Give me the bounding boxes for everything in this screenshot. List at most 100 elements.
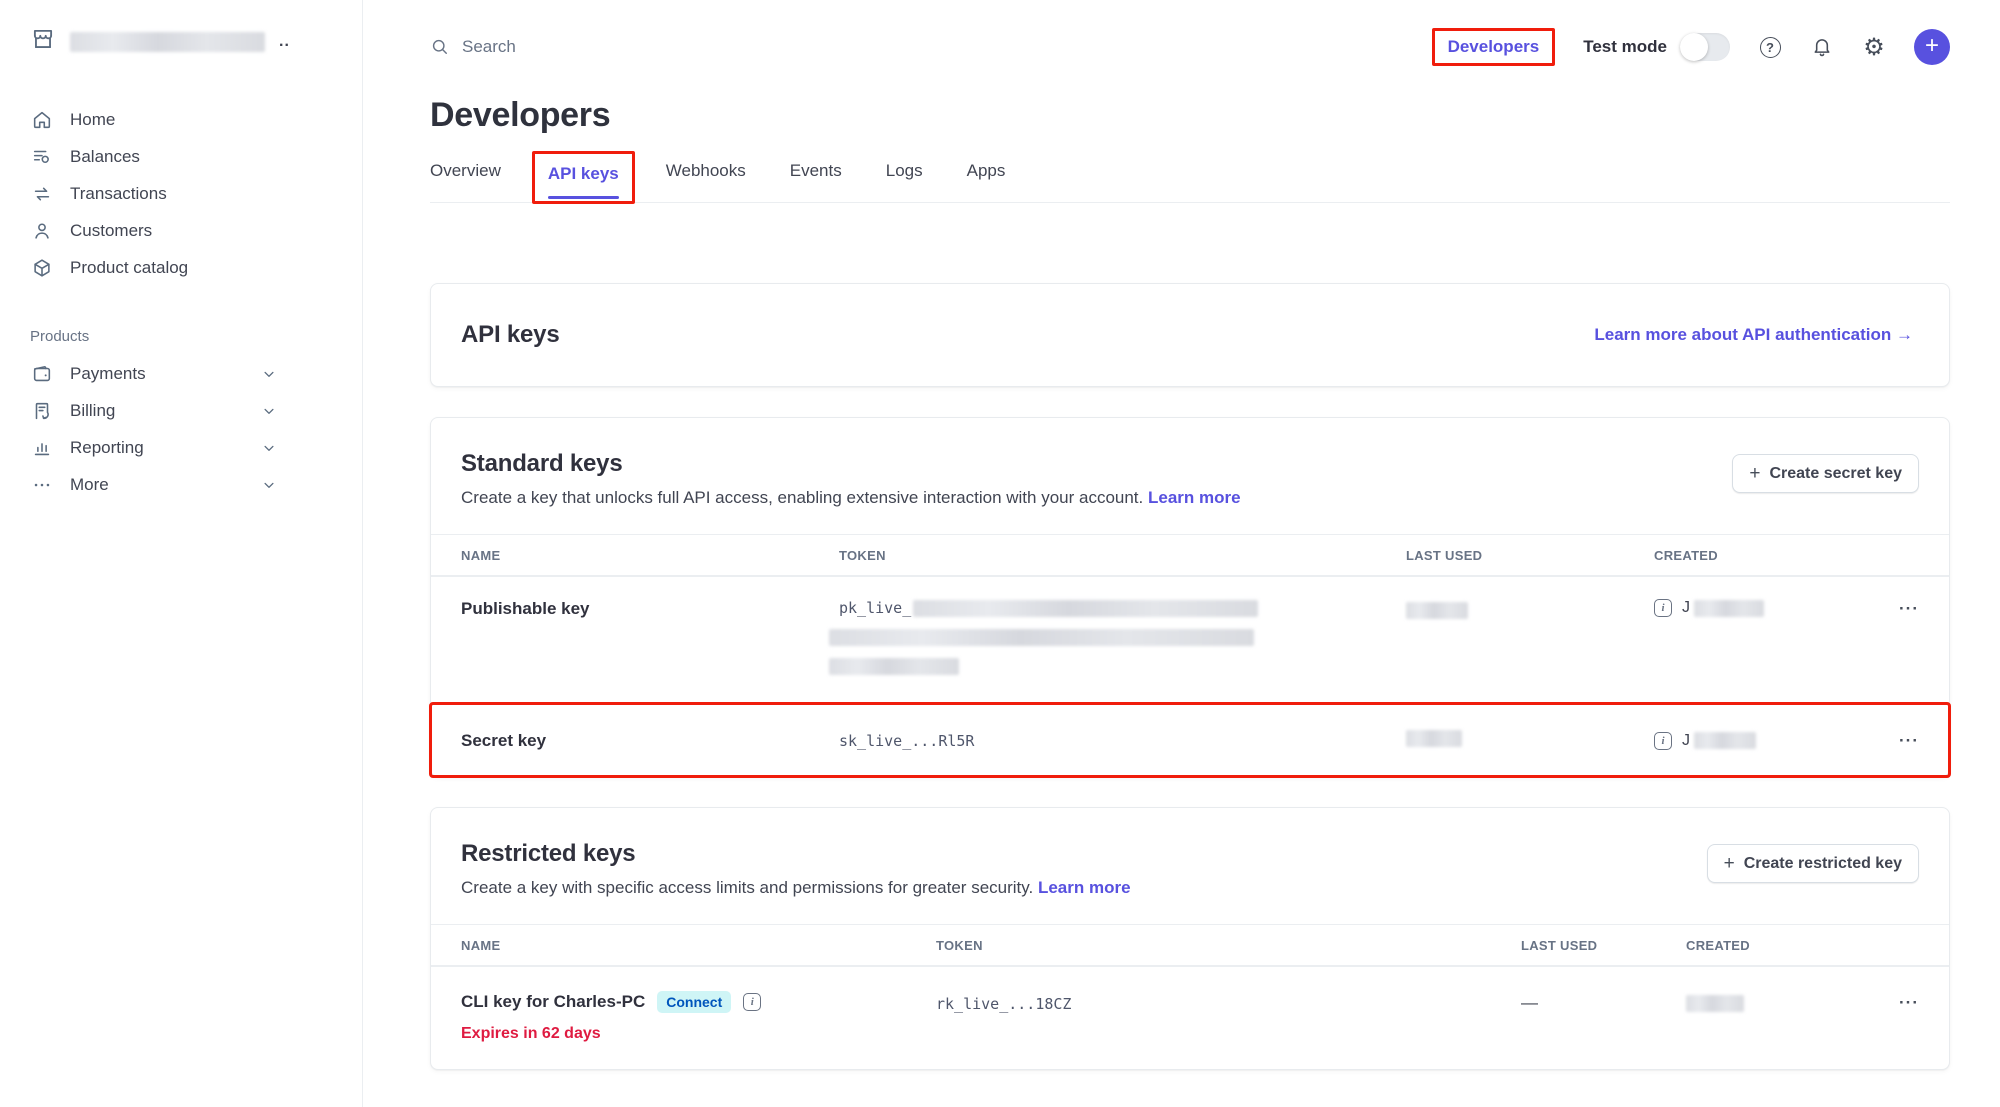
sidebar-item-transactions[interactable]: Transactions: [30, 175, 276, 212]
info-icon[interactable]: i: [1654, 732, 1672, 750]
token-value[interactable]: pk_live_: [839, 599, 1406, 675]
column-header-name: NAME: [461, 938, 936, 953]
last-used-value: —: [1521, 991, 1686, 1013]
sidebar-item-product-catalog[interactable]: Product catalog: [30, 249, 276, 286]
wallet-icon: [30, 363, 54, 385]
redacted-created-date: [1694, 600, 1764, 617]
chevron-down-icon: [262, 404, 276, 418]
standard-keys-title: Standard keys: [461, 450, 1241, 478]
token-value[interactable]: sk_live_...Rl5R: [839, 732, 1406, 750]
sidebar-item-customers[interactable]: Customers: [30, 212, 276, 249]
plus-icon: +: [1925, 34, 1939, 58]
redacted-created-date: [1686, 995, 1744, 1012]
tab-api-keys[interactable]: API keys: [548, 164, 619, 183]
sidebar-item-balances[interactable]: Balances: [30, 138, 276, 175]
key-name-cell: CLI key for Charles-PC Connect i Expires…: [461, 991, 936, 1043]
sidebar-item-payments[interactable]: Payments: [30, 355, 276, 392]
home-icon: [30, 109, 54, 131]
tab-logs[interactable]: Logs: [886, 161, 923, 187]
help-icon: ?: [1760, 37, 1781, 58]
sidebar-section-products: Products: [30, 328, 362, 345]
storefront-icon: [30, 26, 56, 57]
sidebar-item-label: Home: [70, 110, 115, 130]
row-overflow-menu-button[interactable]: ···: [1859, 731, 1919, 751]
test-mode-label: Test mode: [1583, 37, 1667, 57]
standard-keys-header: Standard keys Create a key that unlocks …: [431, 418, 1949, 534]
standard-keys-learn-more-link[interactable]: Learn more: [1148, 488, 1241, 507]
sidebar-item-billing[interactable]: Billing: [30, 392, 276, 429]
restricted-keys-header: Restricted keys Create a key with specif…: [431, 808, 1949, 924]
chevron-down-icon: [262, 367, 276, 381]
sidebar-item-more[interactable]: More: [30, 466, 276, 503]
redacted-created-date: [1694, 732, 1756, 749]
sidebar-item-label: Product catalog: [70, 258, 188, 278]
info-icon[interactable]: i: [1654, 599, 1672, 617]
api-keys-card-title: API keys: [461, 321, 559, 349]
redacted-account-name: [70, 32, 265, 52]
create-restricted-key-button[interactable]: + Create restricted key: [1707, 844, 1919, 883]
sidebar-item-home[interactable]: Home: [30, 101, 276, 138]
key-name: Secret key: [461, 731, 839, 751]
restricted-keys-card: Restricted keys Create a key with specif…: [430, 807, 1950, 1070]
redacted-last-used: [1406, 730, 1462, 747]
arrow-right-icon: →: [1896, 325, 1913, 344]
table-row-publishable-key: Publishable key pk_live_ i J ···: [431, 576, 1949, 704]
token-value[interactable]: rk_live_...18CZ: [936, 991, 1521, 1013]
redacted-token: [829, 658, 959, 675]
row-overflow-menu-button[interactable]: ···: [1859, 599, 1919, 619]
key-name: CLI key for Charles-PC: [461, 992, 645, 1012]
created-cell: i J: [1654, 599, 1859, 617]
search-input[interactable]: Search: [430, 37, 516, 57]
page-title: Developers: [430, 96, 1950, 135]
token-prefix: pk_live_: [839, 599, 911, 617]
info-icon[interactable]: i: [743, 993, 761, 1011]
plus-icon: +: [1724, 854, 1735, 873]
topbar: Search Developers Test mode ? ⚙︎ +: [430, 0, 1950, 72]
tab-events[interactable]: Events: [790, 161, 842, 187]
toggle-knob: [1680, 33, 1708, 61]
tab-webhooks[interactable]: Webhooks: [666, 161, 746, 187]
app-window: .. Home Balances Transactions Customers …: [0, 0, 2000, 1107]
restricted-keys-title: Restricted keys: [461, 840, 1131, 868]
create-button[interactable]: +: [1914, 29, 1950, 65]
main-area: Search Developers Test mode ? ⚙︎ + Devel…: [363, 0, 2000, 1107]
tab-bar: Overview API keys Webhooks Events Logs A…: [430, 161, 1950, 203]
button-label: Create secret key: [1769, 465, 1902, 483]
test-mode-toggle[interactable]: [1680, 33, 1730, 61]
ellipsis-icon: [30, 474, 54, 496]
sidebar-item-reporting[interactable]: Reporting: [30, 429, 276, 466]
column-header-last-used: LAST USED: [1406, 548, 1654, 563]
developers-link[interactable]: Developers: [1448, 37, 1540, 56]
column-header-created: CREATED: [1686, 938, 1859, 953]
sidebar-item-label: Balances: [70, 147, 140, 167]
test-mode-control: Test mode: [1583, 33, 1730, 61]
tab-apps[interactable]: Apps: [967, 161, 1006, 187]
search-icon: [430, 37, 450, 57]
sidebar-item-label: Transactions: [70, 184, 167, 204]
description-text: Create a key with specific access limits…: [461, 878, 1033, 897]
button-label: Create restricted key: [1744, 855, 1902, 873]
standard-keys-card: Standard keys Create a key that unlocks …: [430, 417, 1950, 777]
chevron-down-icon: [262, 478, 276, 492]
invoice-icon: [30, 400, 54, 422]
notifications-button[interactable]: [1810, 35, 1834, 59]
balances-icon: [30, 146, 54, 168]
learn-more-api-authentication-link[interactable]: Learn more about API authentication →: [1594, 325, 1913, 345]
row-overflow-menu-button[interactable]: ···: [1859, 991, 1919, 1013]
package-icon: [30, 257, 54, 279]
bar-chart-icon: [30, 437, 54, 459]
column-header-name: NAME: [461, 548, 839, 563]
account-name-suffix: ..: [279, 33, 290, 51]
settings-button[interactable]: ⚙︎: [1862, 35, 1886, 59]
connect-badge: Connect: [657, 991, 731, 1013]
sidebar-item-label: Customers: [70, 221, 152, 241]
tab-overview[interactable]: Overview: [430, 161, 501, 187]
created-prefix: J: [1682, 599, 1690, 617]
sidebar-item-label: Reporting: [70, 438, 144, 458]
help-button[interactable]: ?: [1758, 35, 1782, 59]
restricted-keys-learn-more-link[interactable]: Learn more: [1038, 878, 1131, 897]
column-header-last-used: LAST USED: [1521, 938, 1686, 953]
create-secret-key-button[interactable]: + Create secret key: [1732, 454, 1919, 493]
key-name: Publishable key: [461, 599, 839, 619]
account-switcher[interactable]: ..: [30, 26, 362, 57]
